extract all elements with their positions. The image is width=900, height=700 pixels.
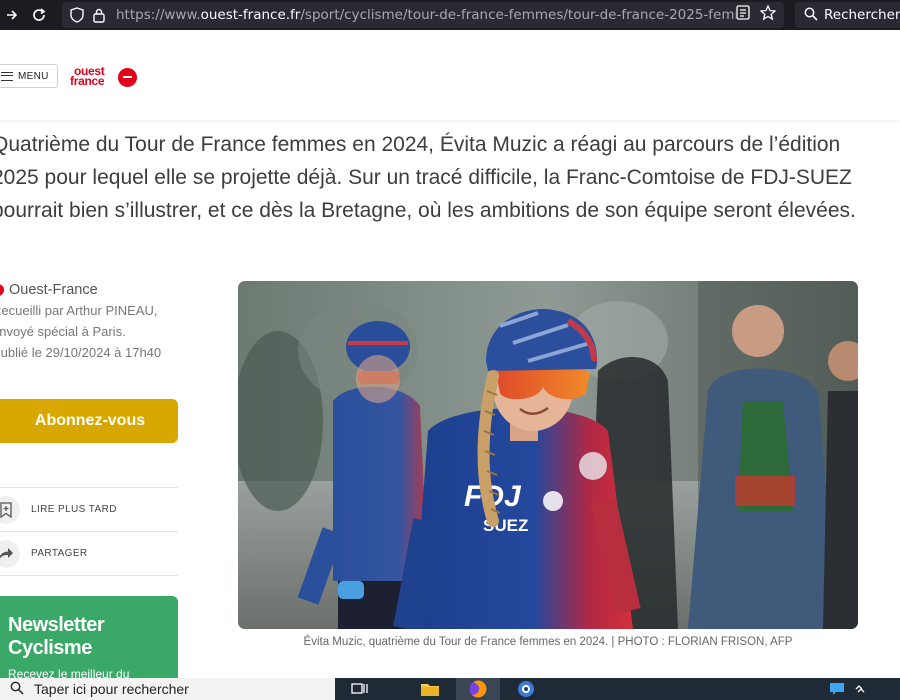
read-later-label: LIRE PLUS TARD (31, 504, 117, 515)
logo-mark-icon (118, 68, 137, 87)
browser-toolbar: https://www.ouest-france.fr/sport/cyclis… (0, 0, 900, 30)
browser-search-label: Rechercher (824, 7, 900, 23)
author-block: Ouest-France Recueilli par Arthur PINEAU… (0, 282, 192, 360)
author-line-2: envoyé spécial à Paris. (0, 324, 126, 339)
ouest-france-logo[interactable]: ouest france (70, 64, 142, 88)
search-icon (804, 7, 818, 24)
logo-word-france: france (70, 74, 105, 88)
hamburger-icon (1, 71, 13, 81)
photo-caption: Évita Muzic, quatrième du Tour de France… (303, 636, 793, 648)
newsletter-title: Newsletter Cyclisme (8, 614, 105, 659)
app-icon[interactable] (504, 678, 548, 700)
windows-taskbar: Taper ici pour rechercher (0, 678, 900, 700)
firefox-icon[interactable] (456, 678, 500, 700)
browser-search-field[interactable]: Rechercher (795, 2, 900, 28)
taskbar-search-field[interactable]: Taper ici pour rechercher (0, 678, 335, 700)
publish-date: Publié le 29/10/2024 à 17h40 (0, 345, 162, 360)
share-label: PARTAGER (31, 548, 88, 559)
forward-icon[interactable] (0, 2, 24, 28)
share-button[interactable]: PARTAGER (0, 532, 178, 576)
source-logo-icon (0, 284, 4, 296)
bookmark-star-icon[interactable] (759, 4, 777, 25)
share-arrow-icon (0, 539, 20, 568)
url-text[interactable]: https://www.ouest-france.fr/sport/cyclis… (116, 7, 736, 23)
taskbar-search-placeholder: Taper ici pour rechercher (34, 681, 189, 697)
article-lead: Quatrième du Tour de France femmes en 20… (0, 133, 856, 222)
author-line-1: Recueilli par Arthur PINEAU, (0, 303, 158, 318)
reload-icon[interactable] (26, 2, 52, 28)
reader-view-icon[interactable] (736, 5, 750, 25)
address-bar[interactable]: https://www.ouest-france.fr/sport/cyclis… (62, 2, 784, 28)
site-header: MENU ouest france (0, 30, 900, 120)
read-later-button[interactable]: LIRE PLUS TARD (0, 488, 178, 532)
menu-label: MENU (18, 70, 49, 82)
shield-icon[interactable] (66, 7, 88, 23)
task-view-icon[interactable] (338, 678, 382, 700)
show-hidden-icons-icon[interactable] (840, 678, 880, 700)
article-photo[interactable]: FDJ SUEZ (238, 281, 858, 629)
lock-icon[interactable] (88, 8, 110, 23)
bookmark-add-icon (0, 495, 20, 524)
source-name[interactable]: Ouest-France (9, 282, 98, 298)
search-icon (10, 681, 24, 698)
subscribe-button[interactable]: Abonnez-vous (0, 399, 178, 443)
menu-button[interactable]: MENU (0, 64, 58, 88)
file-explorer-icon[interactable] (408, 678, 452, 700)
